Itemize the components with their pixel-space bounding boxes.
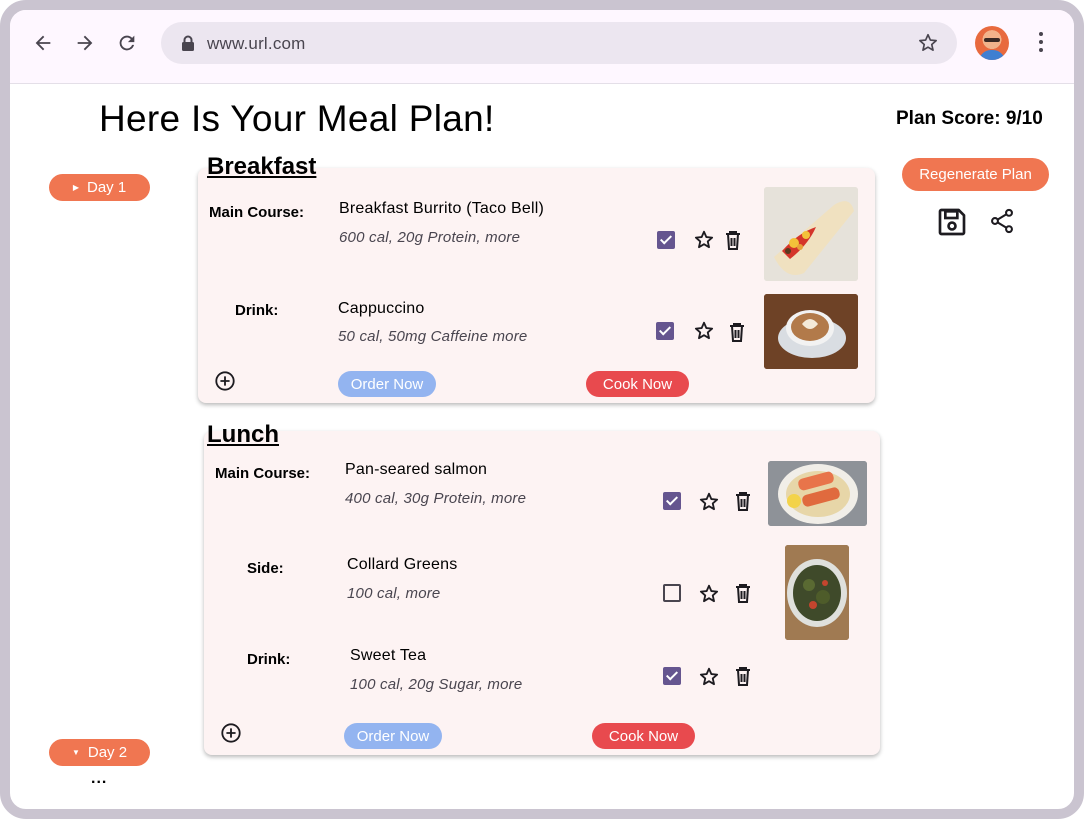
- kebab-menu-icon[interactable]: [1036, 32, 1046, 54]
- star-icon[interactable]: [698, 583, 720, 610]
- breakfast-main-label: Main Course:: [209, 204, 305, 221]
- breakfast-drink-label: Drink:: [235, 302, 279, 319]
- lunch-side-label: Side:: [247, 560, 284, 577]
- address-bar[interactable]: www.url.com: [161, 22, 957, 64]
- lunch-side-name[interactable]: Collard Greens: [347, 556, 457, 574]
- trash-icon[interactable]: [733, 490, 753, 517]
- more-days-indicator: ...: [91, 770, 108, 787]
- lunch-drink-checkbox[interactable]: [663, 667, 681, 685]
- breakfast-burrito-image[interactable]: [764, 187, 858, 281]
- day-2-toggle[interactable]: ▼ Day 2: [49, 739, 150, 766]
- breakfast-order-now-button[interactable]: Order Now: [338, 371, 436, 397]
- breakfast-main-name[interactable]: Breakfast Burrito (Taco Bell): [339, 200, 544, 218]
- lunch-cook-now-button[interactable]: Cook Now: [592, 723, 695, 749]
- caret-right-icon: ▶: [72, 183, 79, 192]
- lunch-main-meta[interactable]: 400 cal, 30g Protein, more: [345, 490, 526, 507]
- lunch-drink-name[interactable]: Sweet Tea: [350, 647, 426, 665]
- lunch-main-label: Main Course:: [215, 465, 311, 482]
- day-1-label: Day 1: [86, 179, 127, 196]
- breakfast-title: Breakfast: [207, 153, 317, 180]
- bookmark-star-icon[interactable]: [917, 32, 939, 59]
- trash-icon[interactable]: [733, 582, 753, 609]
- day-1-toggle[interactable]: ▶ Day 1: [49, 174, 150, 201]
- avatar[interactable]: [975, 26, 1009, 60]
- salmon-image[interactable]: [768, 461, 867, 526]
- star-icon[interactable]: [698, 666, 720, 693]
- caret-down-icon: ▼: [71, 748, 80, 757]
- lunch-title: Lunch: [207, 421, 279, 448]
- lunch-order-now-button[interactable]: Order Now: [344, 723, 442, 749]
- url-text[interactable]: www.url.com: [207, 34, 306, 54]
- breakfast-drink-meta[interactable]: 50 cal, 50mg Caffeine more: [338, 328, 527, 345]
- breakfast-drink-name[interactable]: Cappuccino: [338, 300, 425, 318]
- lunch-side-meta[interactable]: 100 cal, more: [347, 585, 440, 602]
- share-icon[interactable]: [988, 207, 1016, 240]
- trash-icon[interactable]: [723, 229, 743, 256]
- trash-icon[interactable]: [727, 321, 747, 348]
- cappuccino-image[interactable]: [764, 294, 858, 369]
- star-icon[interactable]: [693, 229, 715, 256]
- lunch-drink-label: Drink:: [247, 651, 291, 668]
- lunch-main-checkbox[interactable]: [663, 492, 681, 510]
- lunch-drink-meta[interactable]: 100 cal, 20g Sugar, more: [350, 676, 522, 693]
- back-arrow-icon[interactable]: [30, 30, 56, 56]
- browser-window: www.url.com Here Is Your Meal Plan! Plan…: [0, 0, 1084, 819]
- breakfast-main-checkbox[interactable]: [657, 231, 675, 249]
- save-icon[interactable]: [936, 206, 968, 243]
- star-icon[interactable]: [693, 320, 715, 347]
- add-circle-icon[interactable]: [220, 722, 242, 749]
- forward-arrow-icon[interactable]: [72, 30, 98, 56]
- day-2-label: Day 2: [87, 744, 128, 761]
- add-circle-icon[interactable]: [214, 370, 236, 397]
- collard-greens-image[interactable]: [785, 545, 849, 640]
- lunch-side-checkbox[interactable]: [663, 584, 681, 602]
- trash-icon[interactable]: [733, 665, 753, 692]
- breakfast-drink-checkbox[interactable]: [656, 322, 674, 340]
- lunch-main-name[interactable]: Pan-seared salmon: [345, 461, 487, 479]
- page-title: Here Is Your Meal Plan!: [99, 98, 495, 139]
- breakfast-main-meta[interactable]: 600 cal, 20g Protein, more: [339, 229, 520, 246]
- star-icon[interactable]: [698, 491, 720, 518]
- breakfast-cook-now-button[interactable]: Cook Now: [586, 371, 689, 397]
- plan-score: Plan Score: 9/10: [896, 108, 1043, 129]
- reload-icon[interactable]: [114, 30, 140, 56]
- lock-icon: [181, 35, 195, 56]
- browser-toolbar: www.url.com: [10, 10, 1074, 84]
- regenerate-plan-button[interactable]: Regenerate Plan: [902, 158, 1049, 191]
